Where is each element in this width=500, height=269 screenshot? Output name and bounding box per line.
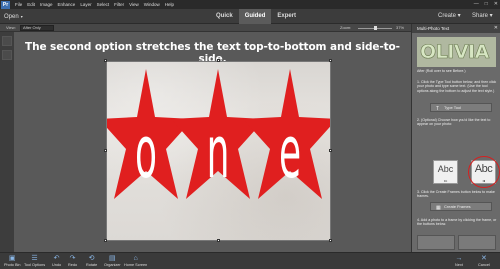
photo-bin-icon: ▣ [8,255,16,262]
tab-quick[interactable]: Quick [210,9,239,24]
menu-window[interactable]: Window [144,2,160,7]
zoom-slider-handle[interactable] [374,26,377,30]
zoom-label: Zoom: [340,25,352,30]
organizer-label: Organizer [104,263,121,267]
bottom-bar: ▣ Photo Bin ☰ Tool Options ↶ Undo ↷ Redo ⟲ Ro… [0,252,500,269]
view-options-bar: View: After Only Zoom: 37% [0,24,411,32]
tab-expert[interactable]: Expert [271,9,302,24]
canvas-area: The second option stretches the text top… [14,32,411,252]
view-label: View: [6,25,16,30]
zoom-tool-icon[interactable] [2,50,12,60]
resize-handle-sw[interactable] [104,239,107,242]
share-label: Share [472,13,489,19]
type-tool-icon: T [436,106,440,112]
resize-handle-s[interactable] [217,239,220,242]
organizer-icon: ▤ [109,255,116,262]
next-button[interactable]: → Next [455,254,463,267]
transform-bounding-box[interactable] [106,61,331,241]
window-controls: — □ ✕ [468,0,498,9]
mode-bar: Open ▾ Quick Guided Expert Create ▾ Share… [0,9,500,24]
after-label: After (Roll over to see Before.) [417,69,466,73]
highlight-circle [468,156,500,188]
cancel-icon: ✕ [480,255,487,262]
redo-icon: ↷ [69,255,76,262]
close-icon[interactable]: ✕ [494,0,498,9]
preview-word-graphic: OLIVIA [420,41,490,64]
tab-guided[interactable]: Guided [238,9,272,24]
view-select[interactable]: After Only [20,25,54,31]
hand-tool-icon[interactable] [2,36,12,46]
menu-layer[interactable]: Layer [80,2,91,7]
after-preview-image[interactable]: OLIVIA [417,37,496,67]
menu-select[interactable]: Select [97,2,110,7]
create-frames-label: Create Frames [444,204,471,209]
tool-options-label: Tool Options [24,263,46,267]
redo-label: Redo [68,263,78,267]
minimize-icon[interactable]: — [474,0,479,9]
mode-tabs: Quick Guided Expert [210,9,302,24]
add-photo-computer-button[interactable] [417,235,455,250]
redo-button[interactable]: ↷ Redo [68,254,77,267]
text-fit-option[interactable]: Abc Fit [433,160,458,184]
rotate-icon: ⟲ [88,255,95,262]
organizer-button[interactable]: ▤ Organizer [104,254,121,267]
menu-enhance[interactable]: Enhance [58,2,76,7]
left-toolbar [0,32,14,252]
step2-text: 2. (Optional) Choose how you'd like the … [417,118,491,127]
guided-panel: Multi-Photo Text ✕ OLIVIA After (Roll ov… [411,24,500,252]
home-screen-label: Home Screen [124,263,148,267]
cancel-label: Cancel [478,263,490,267]
cancel-button[interactable]: ✕ Cancel [478,254,490,267]
next-icon: → [455,255,463,262]
step3-text: 3. Click the Create Frames button below … [417,190,495,199]
type-tool-button[interactable]: T Type Tool [430,103,492,112]
step4-text: 4. Add a photo to a frame by clicking th… [417,218,497,227]
type-tool-label: Type Tool [444,105,462,110]
create-frames-button[interactable]: ▦ Create Frames [430,202,492,211]
undo-icon: ↶ [53,255,60,262]
undo-button[interactable]: ↶ Undo [52,254,61,267]
photo-bin-button[interactable]: ▣ Photo Bin [4,254,20,267]
resize-handle-ne[interactable] [329,59,332,62]
frames-icon: ▦ [436,205,441,211]
resize-handle-w[interactable] [104,149,107,152]
resize-handle-nw[interactable] [104,59,107,62]
menu-view[interactable]: View [129,2,139,7]
home-icon: ⌂ [133,255,138,262]
home-screen-button[interactable]: ⌂ Home Screen [124,254,147,267]
share-button[interactable]: Share ▾ [472,12,493,19]
resize-handle-n[interactable] [217,59,220,62]
photo-bin-label: Photo Bin [4,263,21,267]
panel-close-icon[interactable]: ✕ [494,25,498,31]
rotate-button[interactable]: ⟲ Rotate [86,254,97,267]
open-label: Open [4,14,19,20]
undo-label: Undo [52,263,62,267]
menu-filter[interactable]: Filter [114,2,124,7]
menu-bar: Pr File Edit Image Enhance Layer Select … [0,0,500,9]
zoom-value: 37% [396,25,405,30]
next-label: Next [455,263,463,267]
menu-image[interactable]: Image [40,2,53,7]
rotate-label: Rotate [86,263,98,267]
resize-handle-e[interactable] [329,149,332,152]
tool-options-button[interactable]: ☰ Tool Options [24,254,45,267]
maximize-icon[interactable]: □ [485,0,488,9]
photoshop-elements-window: Pr File Edit Image Enhance Layer Select … [0,0,500,269]
menu-edit[interactable]: Edit [27,2,35,7]
add-photo-organizer-button[interactable] [458,235,496,250]
menu-file[interactable]: File [15,2,22,7]
app-logo-icon: Pr [1,0,10,9]
create-label: Create [438,13,457,19]
menu-help[interactable]: Help [165,2,174,7]
create-button[interactable]: Create ▾ [438,12,461,19]
tool-options-icon: ☰ [31,255,38,262]
chevron-down-icon: ▾ [20,14,23,19]
resize-handle-se[interactable] [329,239,332,242]
panel-title: Multi-Photo Text [412,24,500,33]
fit-caption: Fit [443,179,448,183]
open-button[interactable]: Open ▾ [4,11,23,23]
step1-text: 1. Click the Type Tool button below, and… [417,80,497,93]
